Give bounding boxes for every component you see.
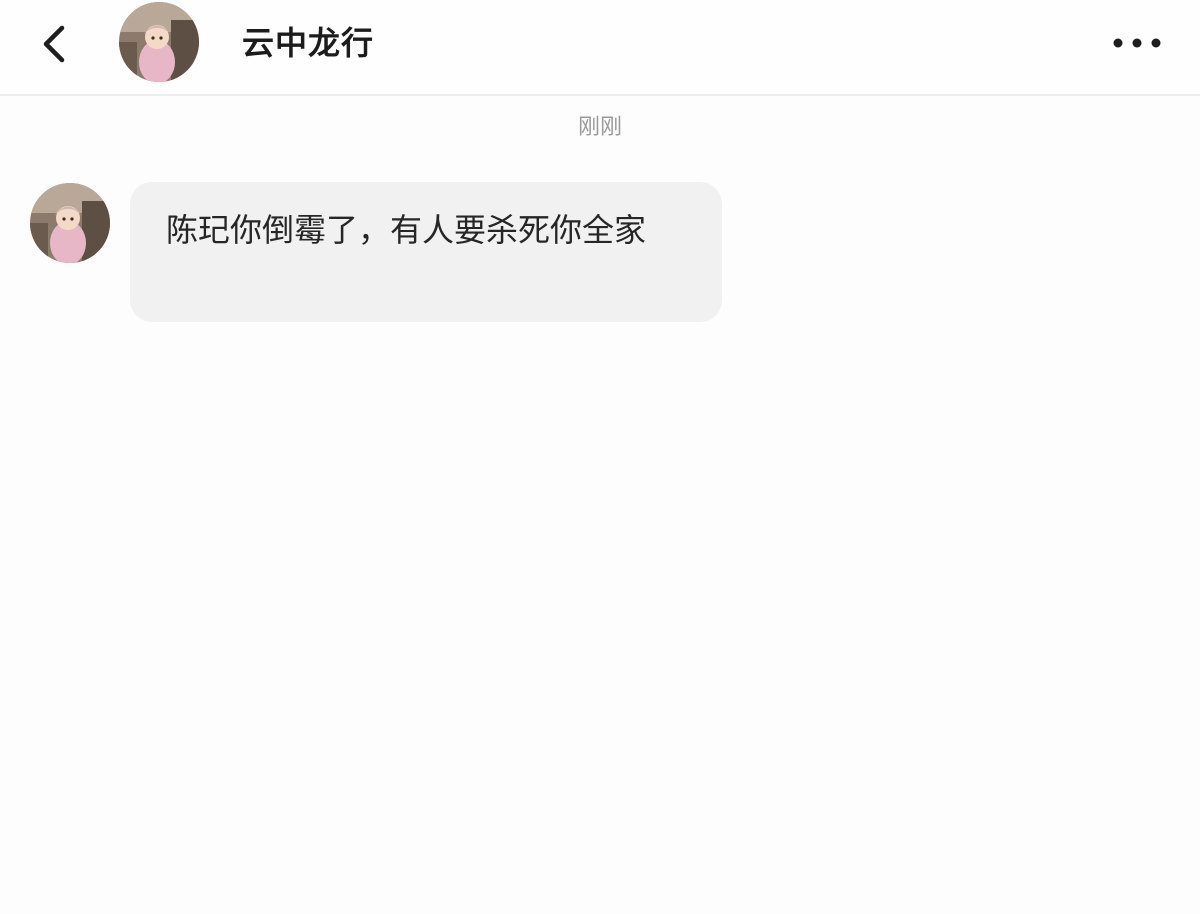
- message-timestamp: 刚刚: [577, 115, 622, 140]
- more-horizontal-icon: [1113, 38, 1161, 48]
- message-text: 陈玘你倒霉了，有人要杀死你全家: [166, 211, 647, 249]
- chat-header: 云中龙行: [0, 0, 1200, 96]
- back-button[interactable]: [34, 22, 78, 66]
- contact-avatar[interactable]: [119, 2, 199, 82]
- sender-avatar[interactable]: [30, 183, 110, 263]
- chevron-left-icon: [43, 25, 65, 63]
- more-options-button[interactable]: [1106, 28, 1168, 58]
- avatar-photo-icon: [30, 183, 110, 263]
- avatar-photo-icon: [119, 2, 199, 82]
- contact-name: 云中龙行: [242, 24, 375, 62]
- message-bubble[interactable]: 陈玘你倒霉了，有人要杀死你全家: [130, 182, 722, 322]
- message-row: 陈玘你倒霉了，有人要杀死你全家: [0, 176, 1200, 336]
- chat-screen: 云中龙行 刚刚 陈玘你倒霉了，有人要杀死你全家: [0, 0, 1200, 914]
